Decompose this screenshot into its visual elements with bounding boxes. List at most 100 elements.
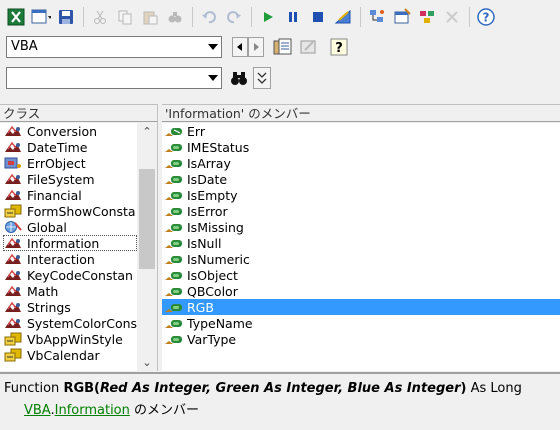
break-icon[interactable] <box>283 6 303 28</box>
search-button[interactable] <box>228 67 250 89</box>
save-icon[interactable] <box>56 6 76 28</box>
class-item[interactable]: Financial <box>3 187 137 203</box>
class-item[interactable]: Strings <box>3 299 137 315</box>
classes-scrollbar[interactable]: ⌃ ⌄ <box>137 123 157 371</box>
help-button[interactable]: ? <box>328 36 350 58</box>
class-item[interactable]: Global <box>3 219 137 235</box>
member-item[interactable]: IsNull <box>162 235 560 251</box>
member-item-label: QBColor <box>187 283 238 299</box>
class-item-label: FormShowConsta <box>27 203 136 219</box>
scrollbar-thumb[interactable] <box>139 169 155 269</box>
view-definition-icon <box>300 40 316 54</box>
properties-icon[interactable] <box>392 6 412 28</box>
search-combo-value[interactable] <box>7 68 204 88</box>
library-link[interactable]: VBA <box>24 403 50 418</box>
class-item[interactable]: FormShowConsta <box>3 203 137 219</box>
run-icon[interactable] <box>258 6 278 28</box>
class-item-label: Conversion <box>27 123 98 139</box>
undo-icon[interactable] <box>199 6 219 28</box>
classes-list[interactable]: Conversion DateTime ErrObject FileSystem… <box>0 123 157 371</box>
global-icon <box>3 220 23 234</box>
module-icon <box>3 300 23 314</box>
view-definition-button[interactable] <box>298 36 320 58</box>
class-item[interactable]: ErrObject <box>3 155 137 171</box>
redo-icon[interactable] <box>224 6 244 28</box>
class-item[interactable]: VbCalendar <box>3 347 137 363</box>
method-icon <box>164 317 184 330</box>
library-combo-value: VBA <box>11 39 38 54</box>
member-item[interactable]: IsArray <box>162 155 560 171</box>
module-icon <box>3 284 23 298</box>
chevron-down-icon[interactable] <box>204 37 221 57</box>
class-item[interactable]: KeyCodeConstan <box>3 267 137 283</box>
member-item[interactable]: TypeName <box>162 315 560 331</box>
member-item[interactable]: IsError <box>162 203 560 219</box>
insert-userform-icon[interactable] <box>31 6 51 28</box>
member-item[interactable]: Err <box>162 123 560 139</box>
member-item[interactable]: IMEStatus <box>162 139 560 155</box>
double-chevron-down-icon <box>257 72 267 84</box>
member-item-selected[interactable]: RGB <box>162 299 560 315</box>
copy-to-clipboard-button[interactable] <box>272 36 294 58</box>
svg-text:?: ? <box>483 11 490 25</box>
library-combo[interactable]: VBA <box>6 36 222 58</box>
class-item-selected[interactable]: Information <box>3 235 137 251</box>
class-item-label: VbCalendar <box>27 347 100 363</box>
signature-name: RGB <box>63 381 95 396</box>
design-mode-icon[interactable] <box>333 6 353 28</box>
details-pane: Function RGB(Red As Integer, Green As In… <box>0 372 560 430</box>
class-item[interactable]: FileSystem <box>3 171 137 187</box>
class-item-label: KeyCodeConstan <box>27 267 133 283</box>
toolbar-separator <box>360 7 361 27</box>
class-item[interactable]: Math <box>3 283 137 299</box>
module-icon <box>3 252 23 266</box>
search-combo[interactable] <box>6 67 222 89</box>
class-item[interactable]: Interaction <box>3 251 137 267</box>
member-item[interactable]: IsNumeric <box>162 251 560 267</box>
reset-icon[interactable] <box>308 6 328 28</box>
member-item-label: IsNull <box>187 235 222 251</box>
cut-icon[interactable] <box>90 6 110 28</box>
member-item[interactable]: VarType <box>162 331 560 347</box>
member-item-label: VarType <box>187 331 237 347</box>
enum-icon <box>3 332 23 346</box>
find-icon[interactable] <box>165 6 185 28</box>
member-item-label: IsEmpty <box>187 187 238 203</box>
go-back-button[interactable] <box>232 37 248 57</box>
copy-icon[interactable] <box>115 6 135 28</box>
object-browser-icon[interactable] <box>417 6 437 28</box>
method-icon <box>164 285 184 298</box>
go-forward-button[interactable] <box>248 37 264 57</box>
chevron-down-icon[interactable] <box>204 68 221 88</box>
class-item[interactable]: DateTime <box>3 139 137 155</box>
copy-clipboard-icon <box>273 38 292 55</box>
class-item[interactable]: SystemColorCons <box>3 315 137 331</box>
signature-suffix: As Long <box>466 381 522 396</box>
member-item[interactable]: IsObject <box>162 267 560 283</box>
class-link[interactable]: Information <box>55 403 130 418</box>
scroll-down-icon[interactable]: ⌄ <box>137 354 157 371</box>
help-icon[interactable]: ? <box>476 6 496 28</box>
toggle-search-results-button[interactable] <box>253 67 271 89</box>
method-icon <box>164 205 184 218</box>
member-item-label: IMEStatus <box>187 139 250 155</box>
members-list[interactable]: Err IMEStatus IsArray IsDate IsEmpty IsE… <box>162 123 560 371</box>
excel-icon[interactable] <box>6 6 26 28</box>
class-icon <box>3 156 23 170</box>
enum-icon <box>3 348 23 362</box>
member-item[interactable]: QBColor <box>162 283 560 299</box>
module-icon <box>3 140 23 154</box>
class-item[interactable]: Conversion <box>3 123 137 139</box>
paste-icon[interactable] <box>140 6 160 28</box>
member-item[interactable]: IsDate <box>162 171 560 187</box>
standard-toolbar: ? <box>0 0 560 34</box>
member-item-label: IsError <box>187 203 228 219</box>
class-item[interactable]: VbAppWinStyle <box>3 331 137 347</box>
member-item[interactable]: IsMissing <box>162 219 560 235</box>
scroll-up-icon[interactable]: ⌃ <box>137 123 157 140</box>
project-explorer-icon[interactable] <box>367 6 387 28</box>
module-icon <box>3 236 23 250</box>
toolbox-icon[interactable] <box>442 6 462 28</box>
class-item-label: Strings <box>27 299 71 315</box>
member-item[interactable]: IsEmpty <box>162 187 560 203</box>
